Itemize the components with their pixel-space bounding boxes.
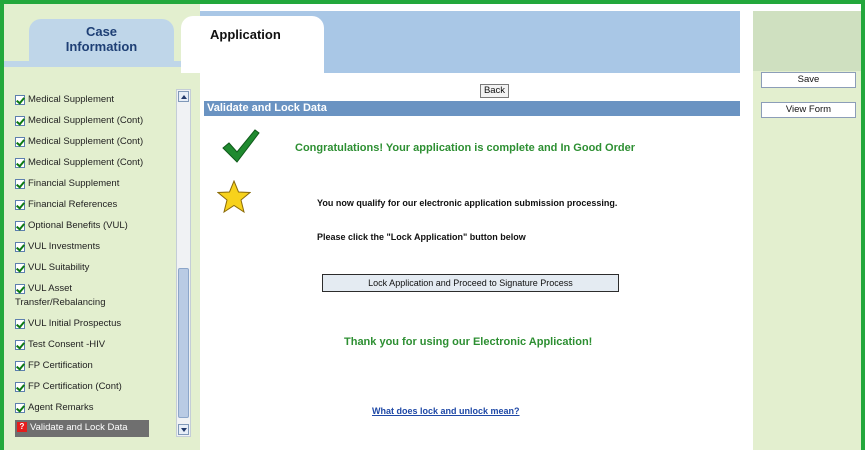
checkbox-checked-icon <box>15 137 25 147</box>
lock-application-button[interactable]: Lock Application and Proceed to Signatur… <box>322 274 619 292</box>
checkbox-checked-icon <box>15 116 25 126</box>
sidebar-item-medical-supplement-cont-2[interactable]: Medical Supplement (Cont) <box>15 135 175 149</box>
sidebar-item-label: FP Certification (Cont) <box>28 381 122 392</box>
scroll-thumb[interactable] <box>178 268 189 418</box>
left-tab-strip <box>4 61 200 67</box>
question-mark-icon: ? <box>17 422 27 432</box>
sidebar-nav: Medical Supplement Medical Supplement (C… <box>4 87 192 440</box>
instruction-message: Please click the "Lock Application" butt… <box>317 232 526 242</box>
sidebar-item-label: Medical Supplement (Cont) <box>28 115 144 126</box>
sidebar-item-vul-investments[interactable]: VUL Investments <box>15 240 175 254</box>
checkbox-checked-icon <box>15 242 25 252</box>
checkbox-checked-icon <box>15 221 25 231</box>
sidebar-item-fp-certification-cont[interactable]: FP Certification (Cont) <box>15 380 175 394</box>
star-icon <box>217 180 251 214</box>
checkbox-checked-icon <box>15 340 25 350</box>
checkmark-icon <box>222 129 260 163</box>
sidebar-item-fp-certification[interactable]: FP Certification <box>15 359 175 373</box>
sidebar-item-label: VUL Investments <box>28 241 100 252</box>
congrats-message: Congratulations! Your application is com… <box>295 142 636 154</box>
tab-application[interactable]: Application <box>181 16 324 73</box>
sidebar-item-label: Optional Benefits (VUL) <box>28 220 128 231</box>
sidebar-item-label: FP Certification <box>28 360 93 371</box>
sidebar-item-label: VUL Initial Prospectus <box>28 318 122 329</box>
back-button[interactable]: Back <box>480 84 509 98</box>
checkbox-checked-icon <box>15 319 25 329</box>
sidebar-item-label: Test Consent -HIV <box>28 339 106 350</box>
section-title: Validate and Lock Data <box>204 101 740 116</box>
checkbox-checked-icon <box>15 403 25 413</box>
checkbox-checked-icon <box>15 263 25 273</box>
sidebar-item-test-consent-hiv[interactable]: Test Consent -HIV <box>15 338 175 352</box>
checkbox-checked-icon <box>15 158 25 168</box>
sidebar-item-financial-references[interactable]: Financial References <box>15 198 175 212</box>
sidebar-item-label: Medical Supplement (Cont) <box>28 157 144 168</box>
sidebar-item-vul-asset-transfer[interactable]: VUL Asset Transfer/Rebalancing <box>15 282 165 310</box>
main-content <box>200 73 740 450</box>
thank-you-message: Thank you for using our Electronic Appli… <box>344 336 593 348</box>
lock-unlock-help-link[interactable]: What does lock and unlock mean? <box>372 406 520 416</box>
sidebar-item-optional-benefits[interactable]: Optional Benefits (VUL) <box>15 219 175 233</box>
sidebar-item-medical-supplement-cont-3[interactable]: Medical Supplement (Cont) <box>15 156 175 170</box>
sidebar-item-label: Financial References <box>28 199 118 210</box>
sidebar-item-validate-lock[interactable]: ? Validate and Lock Data <box>15 420 149 437</box>
checkbox-checked-icon <box>15 361 25 371</box>
tab-case-information[interactable]: Case Information <box>29 19 174 61</box>
sidebar-item-agent-remarks[interactable]: Agent Remarks <box>15 401 175 415</box>
checkbox-checked-icon <box>15 179 25 189</box>
right-gap <box>740 11 753 450</box>
sidebar-item-label: Validate and Lock Data <box>30 422 128 433</box>
sidebar-item-vul-initial-prospectus[interactable]: VUL Initial Prospectus <box>15 317 175 331</box>
sidebar-item-label: VUL Suitability <box>28 262 90 273</box>
sidebar-item-medical-supplement-cont-1[interactable]: Medical Supplement (Cont) <box>15 114 175 128</box>
view-form-button[interactable]: View Form <box>761 102 856 118</box>
scroll-down-arrow-icon[interactable] <box>178 424 189 435</box>
checkbox-checked-icon <box>15 284 25 294</box>
sidebar-item-medical-supplement[interactable]: Medical Supplement <box>15 93 175 107</box>
checkbox-checked-icon <box>15 200 25 210</box>
sidebar-scrollbar[interactable] <box>176 89 191 437</box>
sidebar-item-label: VUL Asset Transfer/Rebalancing <box>15 283 106 308</box>
right-panel-header <box>753 11 861 71</box>
qualify-message: You now qualify for our electronic appli… <box>317 198 618 208</box>
scroll-up-arrow-icon[interactable] <box>178 91 189 102</box>
sidebar-item-label: Agent Remarks <box>28 402 94 413</box>
checkbox-checked-icon <box>15 382 25 392</box>
app-frame: Case Information Medical Supplement Medi… <box>0 0 865 450</box>
checkbox-checked-icon <box>15 95 25 105</box>
sidebar-item-financial-supplement[interactable]: Financial Supplement <box>15 177 175 191</box>
sidebar-item-label: Financial Supplement <box>28 178 120 189</box>
save-button[interactable]: Save <box>761 72 856 88</box>
sidebar-item-label: Medical Supplement <box>28 94 115 105</box>
sidebar-item-vul-suitability[interactable]: VUL Suitability <box>15 261 175 275</box>
sidebar-item-label: Medical Supplement (Cont) <box>28 136 144 147</box>
